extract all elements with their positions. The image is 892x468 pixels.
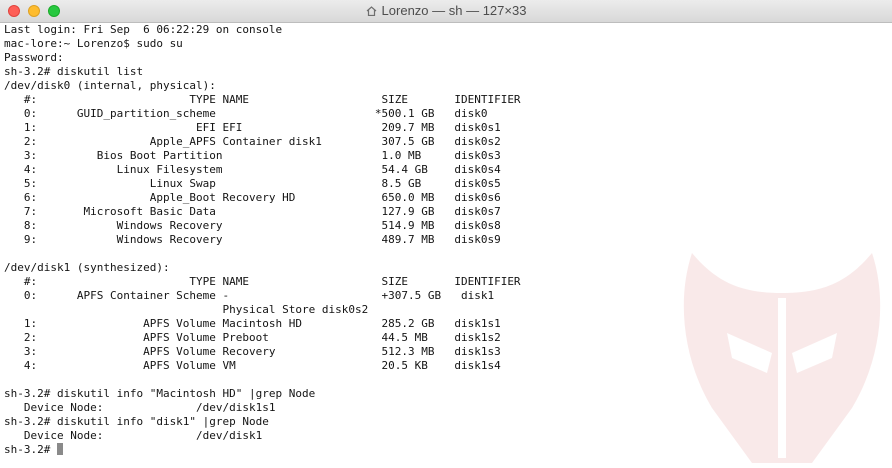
- house-icon: [366, 6, 376, 16]
- terminal-line: sh-3.2# diskutil info "disk1" |grep Node: [4, 415, 269, 428]
- terminal-line: Device Node: /dev/disk1s1: [4, 401, 276, 414]
- terminal-line: /dev/disk1 (synthesized):: [4, 261, 170, 274]
- terminal-line: 1: EFI EFI 209.7 MB disk0s1: [4, 121, 501, 134]
- terminal-line: sh-3.2# diskutil info "Macintosh HD" |gr…: [4, 387, 316, 400]
- terminal-line: 9: Windows Recovery 489.7 MB disk0s9: [4, 233, 501, 246]
- terminal-line: 4: APFS Volume VM 20.5 KB disk1s4: [4, 359, 501, 372]
- terminal-line: 4: Linux Filesystem 54.4 GB disk0s4: [4, 163, 501, 176]
- terminal-line: 6: Apple_Boot Recovery HD 650.0 MB disk0…: [4, 191, 501, 204]
- terminal-line: Last login: Fri Sep 6 06:22:29 on consol…: [4, 23, 283, 36]
- shell-prompt: sh-3.2#: [4, 443, 57, 456]
- terminal-line: 3: Bios Boot Partition 1.0 MB disk0s3: [4, 149, 501, 162]
- terminal-line: 8: Windows Recovery 514.9 MB disk0s8: [4, 219, 501, 232]
- terminal-line: 0: GUID_partition_scheme *500.1 GB disk0: [4, 107, 488, 120]
- terminal-line: 2: Apple_APFS Container disk1 307.5 GB d…: [4, 135, 501, 148]
- terminal-line: Physical Store disk0s2: [4, 303, 369, 316]
- window-titlebar[interactable]: Lorenzo — sh — 127×33: [0, 0, 892, 23]
- text-cursor: [56, 443, 63, 455]
- prompt-line[interactable]: sh-3.2#: [4, 443, 888, 457]
- window-title-area: Lorenzo — sh — 127×33: [0, 3, 892, 18]
- terminal-line: mac-lore:~ Lorenzo$ sudo su: [4, 37, 183, 50]
- terminal-line: #: TYPE NAME SIZE IDENTIFIER: [4, 93, 521, 106]
- terminal-line: 3: APFS Volume Recovery 512.3 MB disk1s3: [4, 345, 501, 358]
- terminal-line: Device Node: /dev/disk1: [4, 429, 263, 442]
- terminal-line: sh-3.2# diskutil list: [4, 65, 144, 78]
- terminal-line: 7: Microsoft Basic Data 127.9 GB disk0s7: [4, 205, 501, 218]
- terminal-line: 2: APFS Volume Preboot 44.5 MB disk1s2: [4, 331, 501, 344]
- terminal-line: /dev/disk0 (internal, physical):: [4, 79, 216, 92]
- terminal-line: 0: APFS Container Scheme - +307.5 GB dis…: [4, 289, 495, 302]
- terminal-line: 1: APFS Volume Macintosh HD 285.2 GB dis…: [4, 317, 501, 330]
- terminal-line: #: TYPE NAME SIZE IDENTIFIER: [4, 275, 521, 288]
- terminal-line: 5: Linux Swap 8.5 GB disk0s5: [4, 177, 501, 190]
- terminal-line: Password:: [4, 51, 64, 64]
- terminal-output[interactable]: Last login: Fri Sep 6 06:22:29 on consol…: [4, 23, 888, 463]
- window-title: Lorenzo — sh — 127×33: [381, 3, 527, 18]
